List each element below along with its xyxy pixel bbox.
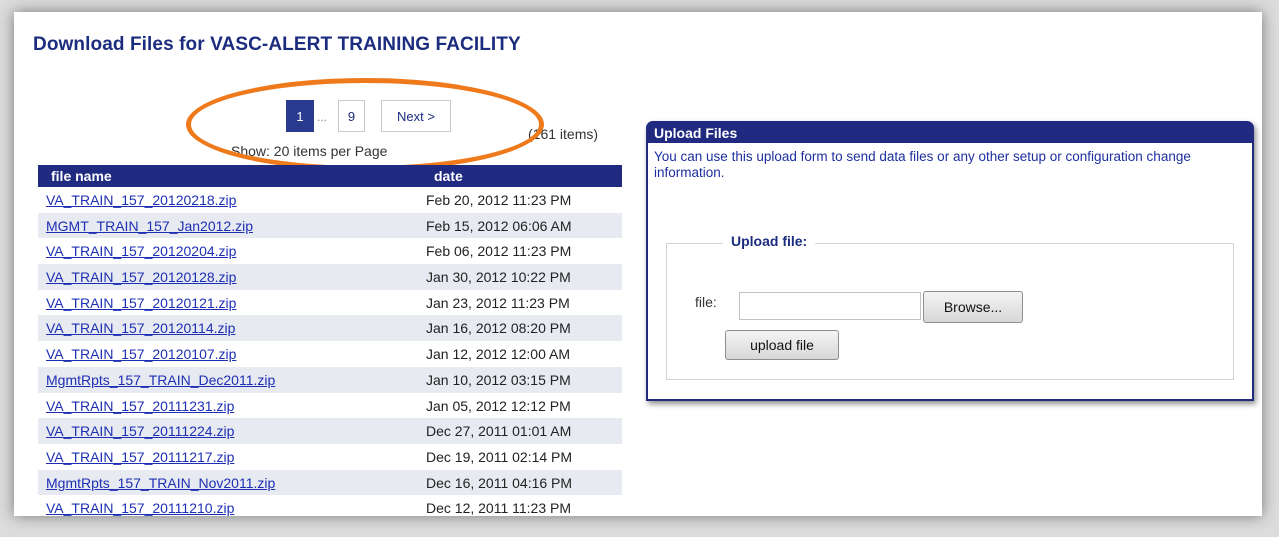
table-row: VA_TRAIN_157_20120121.zip Jan 23, 2012 11… [38, 290, 622, 316]
file-date: Jan 16, 2012 08:20 PM [426, 320, 571, 337]
file-label: file: [695, 294, 717, 310]
file-date: Feb 06, 2012 11:23 PM [426, 243, 572, 260]
app-frame: Download Files for VASC-ALERT TRAINING F… [14, 12, 1262, 516]
file-link[interactable]: VA_TRAIN_157_20111210.zip [46, 500, 234, 516]
file-date: Jan 05, 2012 12:12 PM [426, 397, 571, 414]
page-title: Download Files for VASC-ALERT TRAINING F… [33, 34, 521, 55]
file-path-input[interactable] [739, 292, 921, 320]
browse-button[interactable]: Browse... [923, 291, 1023, 323]
file-link[interactable]: VA_TRAIN_157_20120128.zip [46, 269, 236, 285]
highlight-oval-annotation [186, 78, 544, 171]
file-date: Jan 23, 2012 11:23 PM [426, 294, 570, 311]
file-date: Dec 12, 2011 11:23 PM [426, 500, 572, 516]
upload-panel-title: Upload Files [648, 123, 1252, 143]
table-row: VA_TRAIN_157_20120218.zip Feb 20, 2012 11… [38, 187, 622, 213]
table-row: VA_TRAIN_157_20120128.zip Jan 30, 2012 10… [38, 264, 622, 290]
file-link[interactable]: VA_TRAIN_157_20120204.zip [46, 243, 236, 259]
table-row: VA_TRAIN_157_20120204.zip Feb 06, 2012 11… [38, 238, 622, 264]
file-date: Dec 19, 2011 02:14 PM [426, 448, 573, 465]
file-link[interactable]: VA_TRAIN_157_20120218.zip [46, 192, 236, 208]
file-link[interactable]: VA_TRAIN_157_20111231.zip [46, 398, 234, 414]
table-row: VA_TRAIN_157_20111231.zip Jan 05, 2012 12… [38, 393, 622, 419]
file-date: Jan 30, 2012 10:22 PM [426, 269, 571, 286]
file-date: Feb 15, 2012 06:06 AM [426, 217, 572, 234]
table-row: VA_TRAIN_157_20111224.zip Dec 27, 2011 01… [38, 418, 622, 444]
table-row: MGMT_TRAIN_157_Jan2012.zip Feb 15, 2012 0… [38, 212, 622, 239]
table-header: file name date [38, 165, 622, 187]
files-table: file name date VA_TRAIN_157_20120218.zip… [38, 165, 622, 516]
file-link[interactable]: MGMT_TRAIN_157_Jan2012.zip [46, 218, 253, 234]
column-header-file-name[interactable]: file name [51, 168, 112, 184]
upload-file-button[interactable]: upload file [725, 330, 839, 360]
table-row: VA_TRAIN_157_20111210.zip Dec 12, 2011 11… [38, 495, 622, 516]
upload-file-legend: Upload file: [723, 233, 816, 249]
table-row: MgmtRpts_157_TRAIN_Nov2011.zip Dec 16, 20… [38, 469, 622, 496]
file-link[interactable]: VA_TRAIN_157_20120121.zip [46, 295, 236, 311]
file-date: Dec 16, 2011 04:16 PM [426, 474, 573, 491]
file-link[interactable]: MgmtRpts_157_TRAIN_Dec2011.zip [46, 372, 275, 388]
file-date: Dec 27, 2011 01:01 AM [426, 423, 572, 440]
file-link[interactable]: MgmtRpts_157_TRAIN_Nov2011.zip [46, 475, 275, 491]
upload-file-fieldset: Upload file: file: Browse... upload file [666, 233, 1234, 380]
upload-panel-description: You can use this upload form to send dat… [654, 149, 1191, 180]
file-link[interactable]: VA_TRAIN_157_20111224.zip [46, 423, 234, 439]
file-date: Jan 10, 2012 03:15 PM [426, 371, 571, 388]
table-body: VA_TRAIN_157_20120218.zip Feb 20, 2012 11… [38, 187, 622, 516]
file-link[interactable]: VA_TRAIN_157_20111217.zip [46, 449, 234, 465]
upload-files-panel: Upload Files You can use this upload for… [646, 121, 1254, 401]
table-row: MgmtRpts_157_TRAIN_Dec2011.zip Jan 10, 20… [38, 366, 622, 393]
file-link[interactable]: VA_TRAIN_157_20120114.zip [46, 320, 235, 336]
file-date: Jan 12, 2012 12:00 AM [426, 346, 570, 363]
column-header-date[interactable]: date [434, 168, 463, 184]
table-row: VA_TRAIN_157_20111217.zip Dec 19, 2011 02… [38, 444, 622, 470]
table-row: VA_TRAIN_157_20120107.zip Jan 12, 2012 12… [38, 341, 622, 367]
table-row: VA_TRAIN_157_20120114.zip Jan 16, 2012 08… [38, 315, 622, 342]
file-date: Feb 20, 2012 11:23 PM [426, 192, 572, 208]
file-link[interactable]: VA_TRAIN_157_20120107.zip [46, 346, 236, 362]
